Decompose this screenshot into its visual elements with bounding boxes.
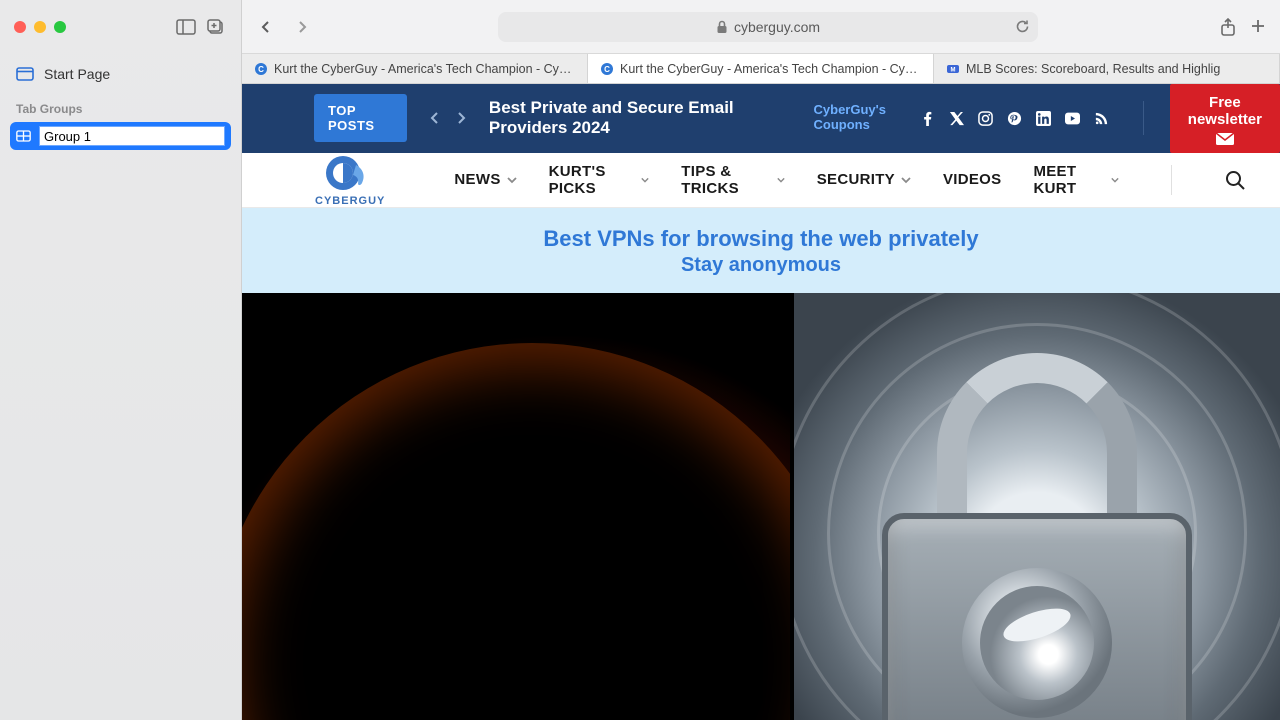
- coupons-line1: CyberGuy's: [814, 103, 886, 118]
- back-button[interactable]: [252, 13, 280, 41]
- address-bar[interactable]: cyberguy.com: [498, 12, 1038, 42]
- forward-button[interactable]: [288, 13, 316, 41]
- hero-card-padlock[interactable]: [794, 293, 1280, 720]
- menu-kurts-picks[interactable]: KURT'S PICKS: [549, 163, 650, 197]
- toggle-sidebar-icon[interactable]: [175, 18, 197, 36]
- menu-tips-tricks[interactable]: TIPS & TRICKS: [681, 163, 784, 197]
- brand-logo[interactable]: CYBERGUY: [314, 153, 386, 207]
- page-content: TOP POSTS Best Private and Secure Email …: [242, 84, 1280, 720]
- rss-icon[interactable]: [1094, 111, 1109, 126]
- x-twitter-icon[interactable]: [949, 111, 964, 126]
- new-tab-group-icon[interactable]: [205, 18, 227, 36]
- svg-text:C: C: [258, 65, 264, 74]
- safari-sidebar: Start Page Tab Groups: [0, 0, 242, 720]
- top-posts-next-icon[interactable]: [451, 108, 471, 128]
- facebook-icon[interactable]: [920, 111, 935, 126]
- tab-group-name-input[interactable]: [39, 126, 225, 146]
- browser-toolbar: cyberguy.com: [242, 0, 1280, 54]
- top-posts-headline[interactable]: Best Private and Secure Email Providers …: [489, 98, 796, 138]
- banner-line2: Stay anonymous: [252, 254, 1270, 277]
- brand-text: CYBERGUY: [315, 195, 385, 207]
- lock-icon: [716, 20, 728, 34]
- sidebar-tab-group-editing[interactable]: [10, 122, 231, 150]
- tab-2[interactable]: M MLB Scores: Scoreboard, Results and Hi…: [934, 54, 1280, 83]
- top-posts-badge[interactable]: TOP POSTS: [314, 94, 407, 142]
- youtube-icon[interactable]: [1065, 111, 1080, 126]
- site-navbar: CYBERGUY NEWS KURT'S PICKS TIPS & TRICKS…: [242, 153, 1280, 208]
- svg-text:M: M: [951, 67, 956, 73]
- svg-text:C: C: [604, 65, 610, 74]
- newsletter-line2: newsletter: [1188, 111, 1262, 128]
- promo-banner[interactable]: Best VPNs for browsing the web privately…: [242, 208, 1280, 293]
- menu-news[interactable]: NEWS: [454, 171, 516, 188]
- tab-1[interactable]: C Kurt the CyberGuy - America's Tech Cha…: [588, 54, 934, 83]
- favicon-mlb-icon: M: [946, 62, 960, 76]
- banner-line1: Best VPNs for browsing the web privately: [252, 226, 1270, 252]
- favicon-cyberguy-icon: C: [600, 62, 614, 76]
- main-menu: NEWS KURT'S PICKS TIPS & TRICKS SECURITY…: [454, 163, 1119, 197]
- address-bar-url: cyberguy.com: [734, 19, 820, 35]
- menu-security[interactable]: SECURITY: [817, 171, 911, 188]
- address-bar-container: cyberguy.com: [324, 12, 1212, 42]
- cyberguy-logo-icon: [323, 153, 377, 193]
- tab-title: Kurt the CyberGuy - America's Tech Champ…: [620, 62, 921, 76]
- zoom-window-button[interactable]: [54, 21, 66, 33]
- padlock-vault-image: [794, 293, 1280, 720]
- sidebar-top: [0, 0, 241, 54]
- new-tab-icon[interactable]: [1250, 18, 1266, 36]
- top-posts-prev-icon[interactable]: [425, 108, 445, 128]
- share-icon[interactable]: [1220, 18, 1236, 36]
- reload-icon[interactable]: [1015, 19, 1030, 34]
- social-links: [914, 111, 1119, 126]
- envelope-icon: [1216, 133, 1234, 145]
- instagram-icon[interactable]: [978, 111, 993, 126]
- chevron-down-icon: [507, 176, 517, 184]
- chevron-down-icon: [641, 176, 649, 184]
- sidebar-heading-tab-groups: Tab Groups: [10, 88, 231, 122]
- menu-meet-kurt[interactable]: MEET KURT: [1033, 163, 1119, 197]
- navbar-divider: [1171, 165, 1172, 195]
- hero-card-eclipse[interactable]: [242, 293, 790, 720]
- newsletter-line1: Free: [1188, 94, 1262, 111]
- tab-0[interactable]: C Kurt the CyberGuy - America's Tech Cha…: [242, 54, 588, 83]
- linkedin-icon[interactable]: [1036, 111, 1051, 126]
- minimize-window-button[interactable]: [34, 21, 46, 33]
- tab-title: MLB Scores: Scoreboard, Results and High…: [966, 62, 1220, 76]
- pinterest-icon[interactable]: [1007, 111, 1022, 126]
- window-traffic-lights: [14, 21, 66, 33]
- tab-title: Kurt the CyberGuy - America's Tech Champ…: [274, 62, 575, 76]
- hero-row: [242, 293, 1280, 720]
- chevron-down-icon: [1111, 176, 1119, 184]
- site-topbar: TOP POSTS Best Private and Secure Email …: [242, 84, 1280, 153]
- chevron-down-icon: [901, 176, 911, 184]
- eclipse-image: [242, 293, 790, 720]
- favicon-cyberguy-icon: C: [254, 62, 268, 76]
- coupons-link[interactable]: CyberGuy's Coupons: [814, 103, 896, 133]
- chevron-down-icon: [777, 176, 785, 184]
- search-icon[interactable]: [1224, 169, 1246, 191]
- topbar-divider: [1143, 101, 1144, 135]
- sidebar-item-label: Start Page: [44, 66, 110, 82]
- sidebar-item-start-page[interactable]: Start Page: [10, 60, 231, 88]
- menu-videos[interactable]: VIDEOS: [943, 171, 1001, 188]
- close-window-button[interactable]: [14, 21, 26, 33]
- newsletter-cta[interactable]: Free newsletter: [1170, 84, 1280, 153]
- tab-strip: C Kurt the CyberGuy - America's Tech Cha…: [242, 54, 1280, 84]
- coupons-line2: Coupons: [814, 118, 886, 133]
